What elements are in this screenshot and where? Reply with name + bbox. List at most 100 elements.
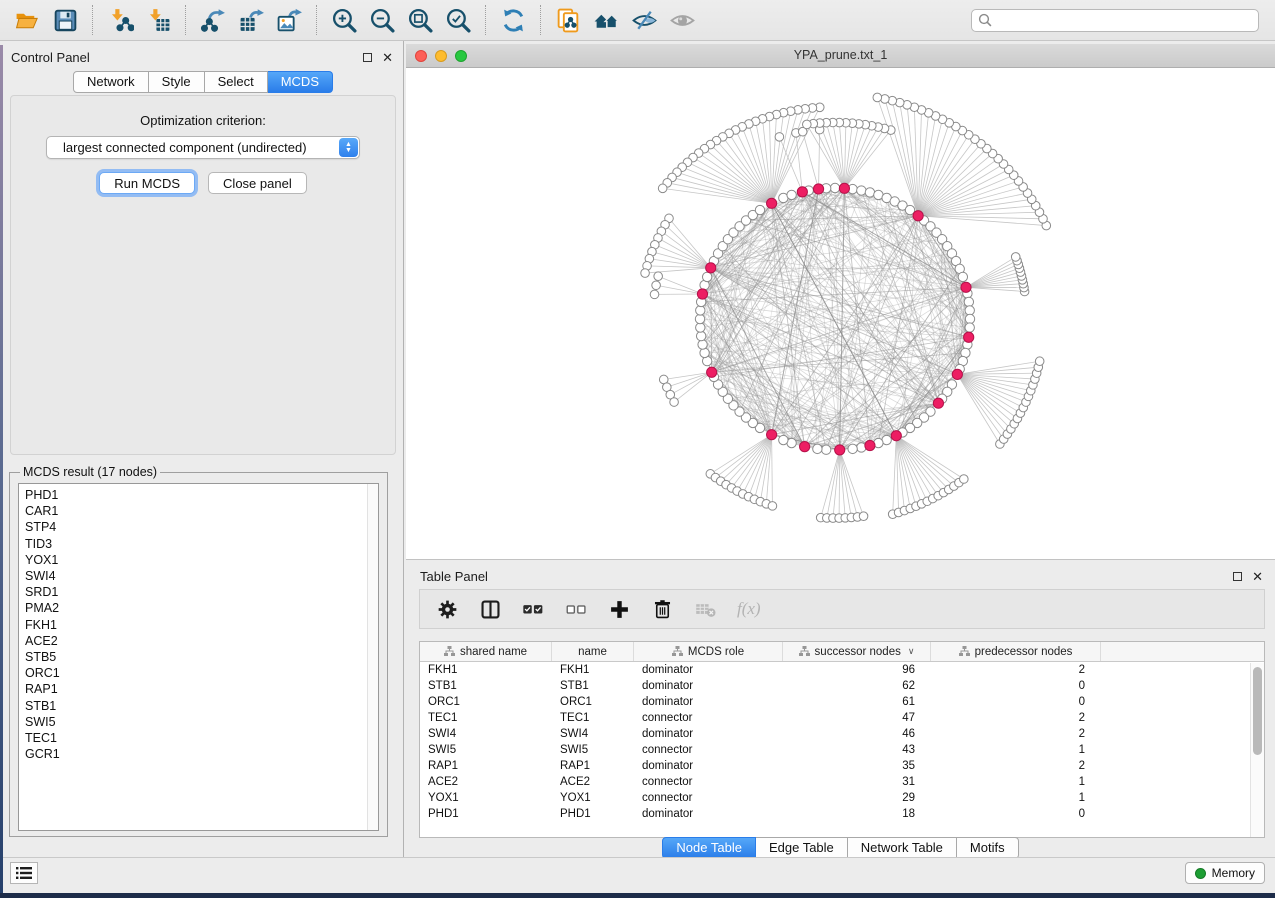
open-file-button[interactable] xyxy=(8,3,46,37)
table-tab-node-table[interactable]: Node Table xyxy=(662,837,756,859)
table-row[interactable]: ORC1ORC1dominator610 xyxy=(420,694,1264,710)
export-network-button[interactable] xyxy=(194,3,232,37)
table-tab-network-table[interactable]: Network Table xyxy=(848,837,957,859)
mcds-hub-node[interactable] xyxy=(706,263,716,273)
mcds-result-item[interactable]: STB1 xyxy=(25,698,378,714)
run-mcds-button[interactable]: Run MCDS xyxy=(99,172,195,194)
table-scrollbar-thumb[interactable] xyxy=(1253,667,1262,755)
delete-icon[interactable] xyxy=(651,598,674,621)
mcds-hub-node[interactable] xyxy=(767,430,777,440)
import-network-button[interactable] xyxy=(101,3,139,37)
table-row[interactable]: SWI5SWI5connector431 xyxy=(420,742,1264,758)
network-node[interactable] xyxy=(813,444,822,453)
close-panel-button[interactable]: Close panel xyxy=(208,172,307,194)
maximize-window-icon[interactable] xyxy=(455,50,467,62)
mcds-result-item[interactable]: SRD1 xyxy=(25,584,378,600)
refresh-button[interactable] xyxy=(494,3,532,37)
table-row[interactable]: PHD1PHD1dominator180 xyxy=(420,806,1264,822)
table-row[interactable]: SWI4SWI4dominator462 xyxy=(420,726,1264,742)
columns-icon[interactable] xyxy=(479,598,502,621)
network-node[interactable] xyxy=(696,306,705,315)
zoom-in-button[interactable] xyxy=(325,3,363,37)
network-node[interactable] xyxy=(658,184,667,193)
node-table[interactable]: shared namenameMCDS rolesuccessor nodes∨… xyxy=(419,641,1265,838)
column-header-successor_nodes[interactable]: successor nodes∨ xyxy=(783,642,931,661)
mcds-hub-node[interactable] xyxy=(865,440,875,450)
mcds-hub-node[interactable] xyxy=(767,198,777,208)
close-panel-icon[interactable]: ✕ xyxy=(382,53,393,62)
table-row[interactable]: TEC1TEC1connector472 xyxy=(420,710,1264,726)
mcds-hub-node[interactable] xyxy=(961,282,971,292)
select-all-icon[interactable] xyxy=(522,598,545,621)
network-node[interactable] xyxy=(702,272,711,281)
close-table-panel-icon[interactable]: ✕ xyxy=(1252,572,1263,581)
network-node[interactable] xyxy=(964,297,973,306)
mcds-result-item[interactable]: FKH1 xyxy=(25,617,378,633)
float-panel-icon[interactable] xyxy=(363,53,372,62)
minimize-window-icon[interactable] xyxy=(435,50,447,62)
network-node[interactable] xyxy=(865,188,874,197)
mcds-result-item[interactable]: RAP1 xyxy=(25,681,378,697)
network-node[interactable] xyxy=(698,340,707,349)
export-table-button[interactable] xyxy=(232,3,270,37)
table-row[interactable]: RAP1RAP1dominator352 xyxy=(420,758,1264,774)
mcds-hub-node[interactable] xyxy=(933,398,943,408)
mcds-result-item[interactable]: SWI5 xyxy=(25,714,378,730)
network-node[interactable] xyxy=(958,272,967,281)
column-header-shared_name[interactable]: shared name xyxy=(420,642,552,661)
zoom-out-button[interactable] xyxy=(363,3,401,37)
home-button[interactable] xyxy=(587,3,625,37)
mcds-result-list[interactable]: PHD1CAR1STP4TID3YOX1SWI4SRD1PMA2FKH1ACE2… xyxy=(18,483,379,831)
mcds-result-item[interactable]: STB5 xyxy=(25,649,378,665)
mcds-result-item[interactable]: TEC1 xyxy=(25,730,378,746)
table-scrollbar[interactable] xyxy=(1250,663,1264,837)
mcds-hub-node[interactable] xyxy=(913,211,923,221)
network-node[interactable] xyxy=(775,133,784,142)
network-node[interactable] xyxy=(1035,357,1044,366)
network-node[interactable] xyxy=(857,186,866,195)
mcds-hub-node[interactable] xyxy=(697,289,707,299)
network-node[interactable] xyxy=(779,435,788,444)
network-node[interactable] xyxy=(650,290,659,299)
mcds-result-item[interactable]: PMA2 xyxy=(25,600,378,616)
table-row[interactable]: STB1STB1dominator620 xyxy=(420,678,1264,694)
column-header-predecessor_nodes[interactable]: predecessor nodes xyxy=(931,642,1101,661)
network-canvas[interactable] xyxy=(406,68,1275,560)
mcds-hub-node[interactable] xyxy=(800,442,810,452)
mcds-hub-node[interactable] xyxy=(813,184,823,194)
table-tab-motifs[interactable]: Motifs xyxy=(957,837,1019,859)
network-node[interactable] xyxy=(965,323,974,332)
mcds-hub-node[interactable] xyxy=(964,332,974,342)
mcds-result-item[interactable]: GCR1 xyxy=(25,746,378,762)
tab-style[interactable]: Style xyxy=(149,71,205,93)
network-graph[interactable] xyxy=(406,68,1275,560)
table-tab-edge-table[interactable]: Edge Table xyxy=(756,837,848,859)
task-history-button[interactable] xyxy=(10,862,38,884)
float-table-panel-icon[interactable] xyxy=(1233,572,1242,581)
network-node[interactable] xyxy=(1011,253,1020,262)
network-node[interactable] xyxy=(859,512,868,521)
mcds-hub-node[interactable] xyxy=(707,367,717,377)
zoom-selected-button[interactable] xyxy=(439,3,477,37)
mcds-result-item[interactable]: SWI4 xyxy=(25,568,378,584)
table-row[interactable]: YOX1YOX1connector291 xyxy=(420,790,1264,806)
mcds-hub-node[interactable] xyxy=(839,183,849,193)
mcds-hub-node[interactable] xyxy=(835,445,845,455)
network-node[interactable] xyxy=(787,190,796,199)
network-node[interactable] xyxy=(654,272,663,281)
export-image-button[interactable] xyxy=(270,3,308,37)
mcds-result-item[interactable]: ACE2 xyxy=(25,633,378,649)
mcds-hub-node[interactable] xyxy=(891,431,901,441)
network-from-file-button[interactable] xyxy=(549,3,587,37)
network-node[interactable] xyxy=(695,314,704,323)
table-row[interactable]: FKH1FKH1dominator962 xyxy=(420,662,1264,678)
zoom-fit-button[interactable] xyxy=(401,3,439,37)
mcds-result-item[interactable]: CAR1 xyxy=(25,503,378,519)
add-column-icon[interactable] xyxy=(608,598,631,621)
memory-button[interactable]: Memory xyxy=(1185,862,1265,884)
mcds-hub-node[interactable] xyxy=(952,369,962,379)
search-input[interactable] xyxy=(971,9,1259,32)
network-node[interactable] xyxy=(960,475,969,484)
mcds-result-item[interactable]: PHD1 xyxy=(25,487,378,503)
network-node[interactable] xyxy=(652,281,661,290)
